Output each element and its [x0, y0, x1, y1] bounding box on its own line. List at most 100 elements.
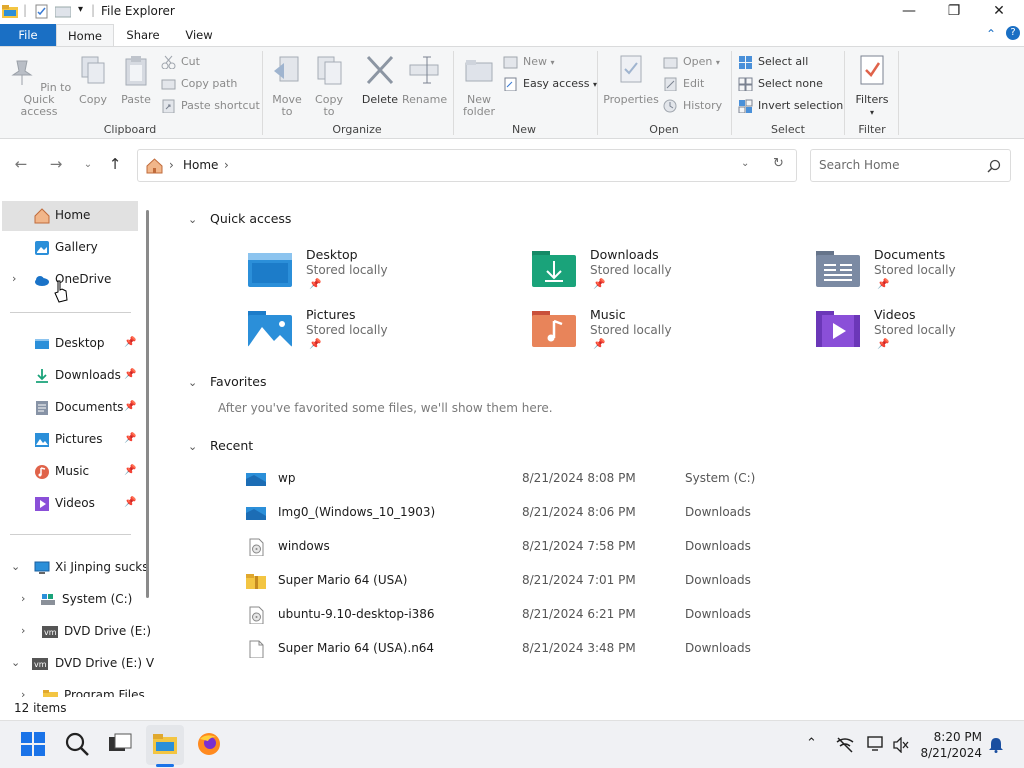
- breadcrumb-chevron-icon[interactable]: ›: [169, 158, 174, 172]
- volume-muted-icon[interactable]: [893, 737, 909, 753]
- rename-button[interactable]: Rename: [402, 53, 447, 106]
- sidebar-item-videos[interactable]: Videos 📌: [2, 489, 138, 519]
- file-explorer-taskbar-icon[interactable]: [152, 731, 178, 757]
- sidebar-item-home[interactable]: Home: [2, 201, 138, 231]
- notification-bell-icon[interactable]: [988, 737, 1004, 753]
- sidebar-item-dvd-drive[interactable]: › vm DVD Drive (E:): [2, 617, 151, 647]
- filters-button[interactable]: Filters ▾: [850, 53, 894, 119]
- quick-access-item-music[interactable]: Music Stored locally 📌: [532, 307, 792, 359]
- forward-arrow-icon[interactable]: →: [44, 155, 68, 173]
- expand-chevron-icon[interactable]: ›: [21, 688, 25, 697]
- select-all-button[interactable]: Select all: [738, 52, 808, 72]
- history-button[interactable]: History: [663, 96, 722, 116]
- cut-button[interactable]: Cut: [161, 52, 200, 72]
- tab-home[interactable]: Home: [56, 24, 114, 46]
- collapse-chevron-icon[interactable]: ⌄: [11, 656, 20, 669]
- pin-to-quick-access-button[interactable]: Pin to Quick access: [4, 53, 74, 118]
- quick-access-item-documents[interactable]: Documents Stored locally 📌: [816, 247, 1024, 299]
- recent-row[interactable]: Img0_(Windows_10_1903) 8/21/2024 8:06 PM…: [240, 500, 800, 528]
- properties-button[interactable]: Properties: [602, 53, 660, 106]
- pin-icon[interactable]: 📌: [124, 401, 136, 412]
- expand-chevron-icon[interactable]: ›: [21, 592, 25, 605]
- sidebar-item-this-pc[interactable]: ⌄ Xi Jinping sucks: [2, 553, 149, 583]
- sidebar-scrollbar[interactable]: [146, 210, 149, 598]
- expand-chevron-icon[interactable]: ›: [12, 272, 16, 285]
- refresh-icon[interactable]: ↻: [773, 156, 784, 171]
- up-arrow-icon[interactable]: ↑: [103, 155, 127, 173]
- open-button[interactable]: Open ▾: [663, 52, 720, 72]
- recent-row[interactable]: wp 8/21/2024 8:08 PM System (C:): [240, 466, 800, 494]
- tab-file[interactable]: File: [0, 24, 56, 46]
- sidebar-item-downloads[interactable]: Downloads 📌: [2, 361, 138, 391]
- breadcrumb-home[interactable]: Home: [183, 158, 218, 172]
- quick-access-item-downloads[interactable]: Downloads Stored locally 📌: [532, 247, 792, 299]
- copy-to-button[interactable]: Copy to: [310, 53, 348, 118]
- windows-start-icon[interactable]: [20, 731, 46, 757]
- sidebar-item-music[interactable]: Music 📌: [2, 457, 138, 487]
- sidebar-item-program-files[interactable]: › Program Files: [2, 681, 148, 697]
- tab-share[interactable]: Share: [114, 24, 172, 46]
- copy-path-button[interactable]: Copy path: [161, 74, 237, 94]
- sidebar-item-dvd-drive-expanded[interactable]: ⌄ vm DVD Drive (E:) V: [2, 649, 154, 679]
- sidebar-item-desktop[interactable]: Desktop 📌: [2, 329, 138, 359]
- invert-selection-button[interactable]: Invert selection: [738, 96, 843, 116]
- sidebar-item-pictures[interactable]: Pictures 📌: [2, 425, 138, 455]
- new-folder-button[interactable]: New folder: [458, 53, 500, 118]
- move-to-button[interactable]: Move to: [268, 53, 306, 118]
- minimize-button[interactable]: —: [886, 0, 932, 24]
- recent-row[interactable]: ubuntu-9.10-desktop-i386 8/21/2024 6:21 …: [240, 602, 800, 630]
- address-bar[interactable]: › Home › ⌄ ↻: [137, 149, 797, 182]
- pin-icon[interactable]: 📌: [124, 337, 136, 348]
- quick-access-item-pictures[interactable]: Pictures Stored locally 📌: [248, 307, 508, 359]
- show-hidden-icons-chevron-icon[interactable]: ⌃: [806, 736, 817, 751]
- sidebar-item-gallery[interactable]: Gallery: [2, 233, 138, 263]
- help-icon[interactable]: ?: [1006, 26, 1020, 40]
- select-all-label: Select all: [758, 55, 809, 68]
- task-view-icon[interactable]: [107, 731, 133, 757]
- network-disconnected-icon[interactable]: [836, 737, 854, 753]
- customize-quick-access-chevron-icon[interactable]: ▾: [78, 4, 83, 15]
- collapse-ribbon-chevron-icon[interactable]: ⌃: [986, 27, 996, 41]
- sidebar-item-system-c[interactable]: › System (C:): [2, 585, 148, 615]
- pin-icon[interactable]: 📌: [124, 433, 136, 444]
- maximize-button[interactable]: ❐: [931, 0, 977, 24]
- collapse-chevron-icon[interactable]: ⌄: [11, 560, 20, 573]
- copy-button[interactable]: Copy: [76, 53, 110, 106]
- quick-access-header[interactable]: ⌄ Quick access: [188, 211, 291, 226]
- sidebar-item-documents[interactable]: Documents 📌: [2, 393, 138, 423]
- sidebar-item-onedrive[interactable]: › OneDrive: [2, 265, 138, 295]
- new-item-button[interactable]: New ▾: [503, 52, 555, 72]
- pin-icon[interactable]: 📌: [124, 497, 136, 508]
- paste-button[interactable]: Paste: [117, 53, 155, 106]
- properties-quick-icon[interactable]: [35, 4, 48, 19]
- recent-row[interactable]: Super Mario 64 (USA) 8/21/2024 7:01 PM D…: [240, 568, 800, 596]
- quick-access-item-videos[interactable]: Videos Stored locally 📌: [816, 307, 1024, 359]
- search-input[interactable]: [819, 158, 979, 172]
- recent-header[interactable]: ⌄ Recent: [188, 438, 253, 453]
- delete-button[interactable]: Delete: [358, 53, 402, 106]
- address-dropdown-chevron-icon[interactable]: ⌄: [741, 158, 749, 169]
- pin-icon[interactable]: 📌: [124, 369, 136, 380]
- firefox-icon[interactable]: [196, 731, 222, 757]
- taskbar-clock[interactable]: 8:20 PM 8/21/2024: [914, 729, 982, 761]
- breadcrumb-chevron-icon[interactable]: ›: [224, 158, 229, 172]
- search-icon[interactable]: [64, 731, 90, 757]
- new-folder-quick-icon[interactable]: [55, 4, 71, 18]
- recent-row[interactable]: Super Mario 64 (USA).n64 8/21/2024 3:48 …: [240, 636, 800, 664]
- paste-shortcut-button[interactable]: Paste shortcut: [161, 96, 260, 116]
- back-arrow-icon[interactable]: ←: [9, 155, 33, 173]
- select-none-button[interactable]: Select none: [738, 74, 823, 94]
- search-icon[interactable]: [987, 159, 1001, 173]
- easy-access-button[interactable]: Easy access ▾: [503, 74, 597, 94]
- file-explorer-app-icon[interactable]: [2, 4, 18, 18]
- expand-chevron-icon[interactable]: ›: [21, 624, 25, 637]
- display-icon[interactable]: [867, 736, 885, 752]
- close-button[interactable]: ✕: [976, 0, 1022, 24]
- quick-access-item-desktop[interactable]: Desktop Stored locally 📌: [248, 247, 508, 299]
- recent-locations-chevron-icon[interactable]: ⌄: [76, 159, 100, 170]
- tab-view[interactable]: View: [172, 24, 226, 46]
- favorites-header[interactable]: ⌄ Favorites: [188, 374, 266, 389]
- recent-row[interactable]: windows 8/21/2024 7:58 PM Downloads: [240, 534, 800, 562]
- edit-button[interactable]: Edit: [663, 74, 704, 94]
- pin-icon[interactable]: 📌: [124, 465, 136, 476]
